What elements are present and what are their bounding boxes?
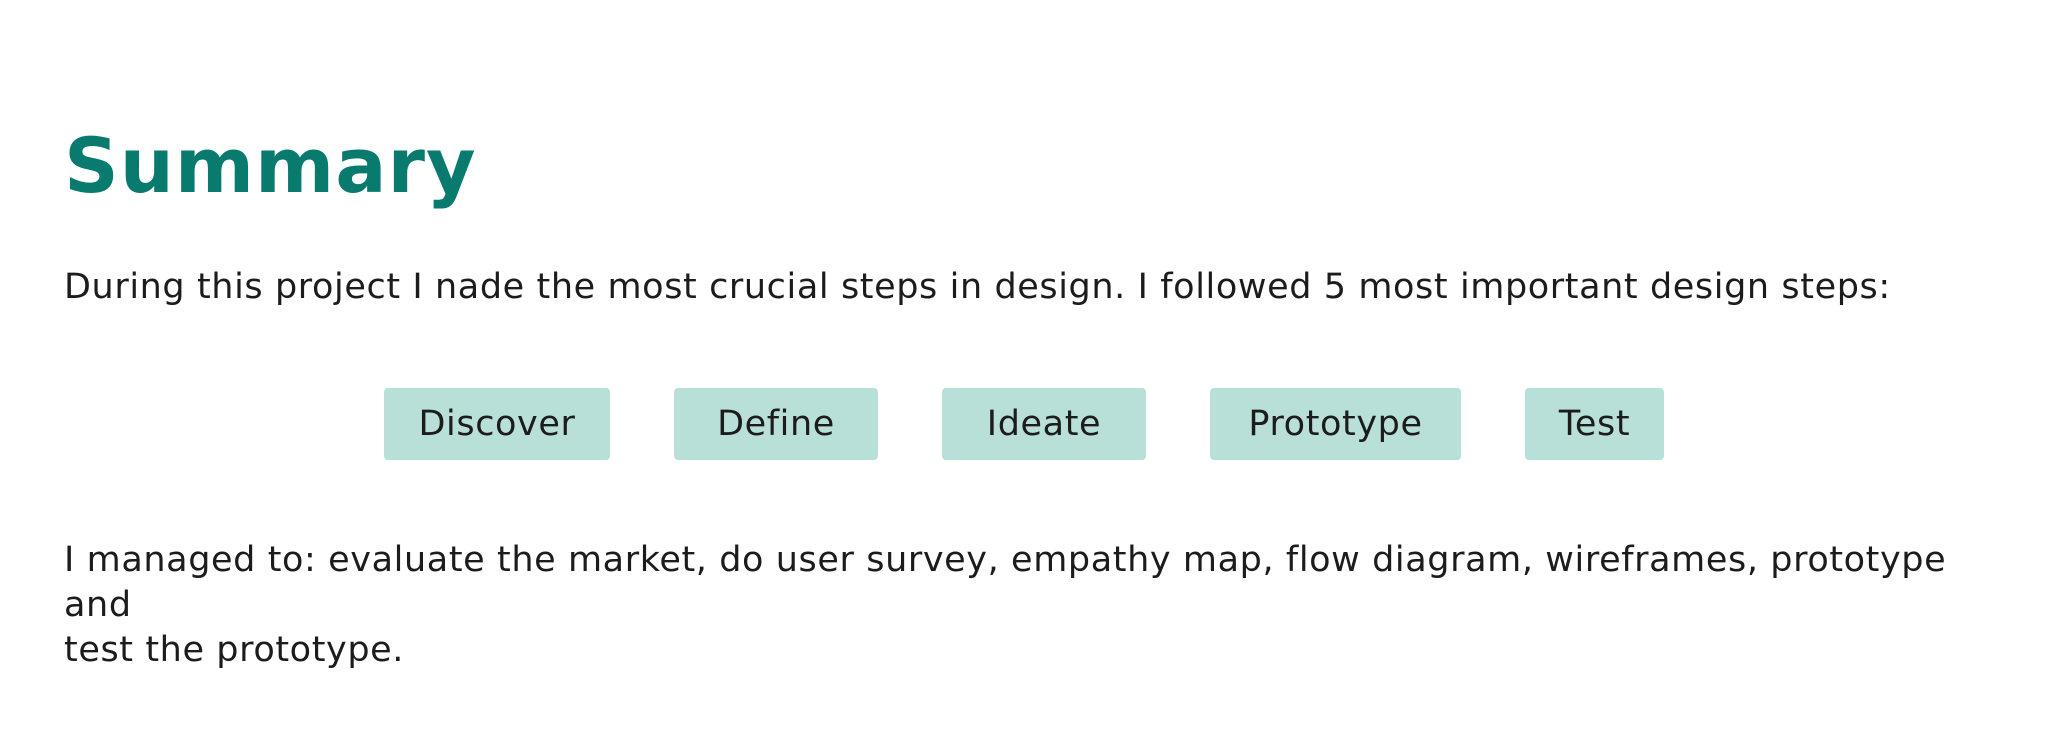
step-define-tag: Define xyxy=(674,388,878,460)
outcome-line-2: test the prototype. xyxy=(64,630,405,670)
step-prototype-tag: Prototype xyxy=(1210,388,1461,460)
outcome-paragraph: I managed to: evaluate the market, do us… xyxy=(64,538,1964,673)
step-discover-tag: Discover xyxy=(384,388,610,460)
page-title: Summary xyxy=(64,121,477,210)
design-steps: Discover Define Ideate Prototype Test xyxy=(64,388,1984,462)
intro-paragraph: During this project I nade the most cruc… xyxy=(64,267,1891,307)
step-ideate-tag: Ideate xyxy=(942,388,1146,460)
summary-page: Summary During this project I nade the m… xyxy=(64,0,1984,756)
step-test-tag: Test xyxy=(1525,388,1664,460)
outcome-line-1: I managed to: evaluate the market, do us… xyxy=(64,540,1947,625)
